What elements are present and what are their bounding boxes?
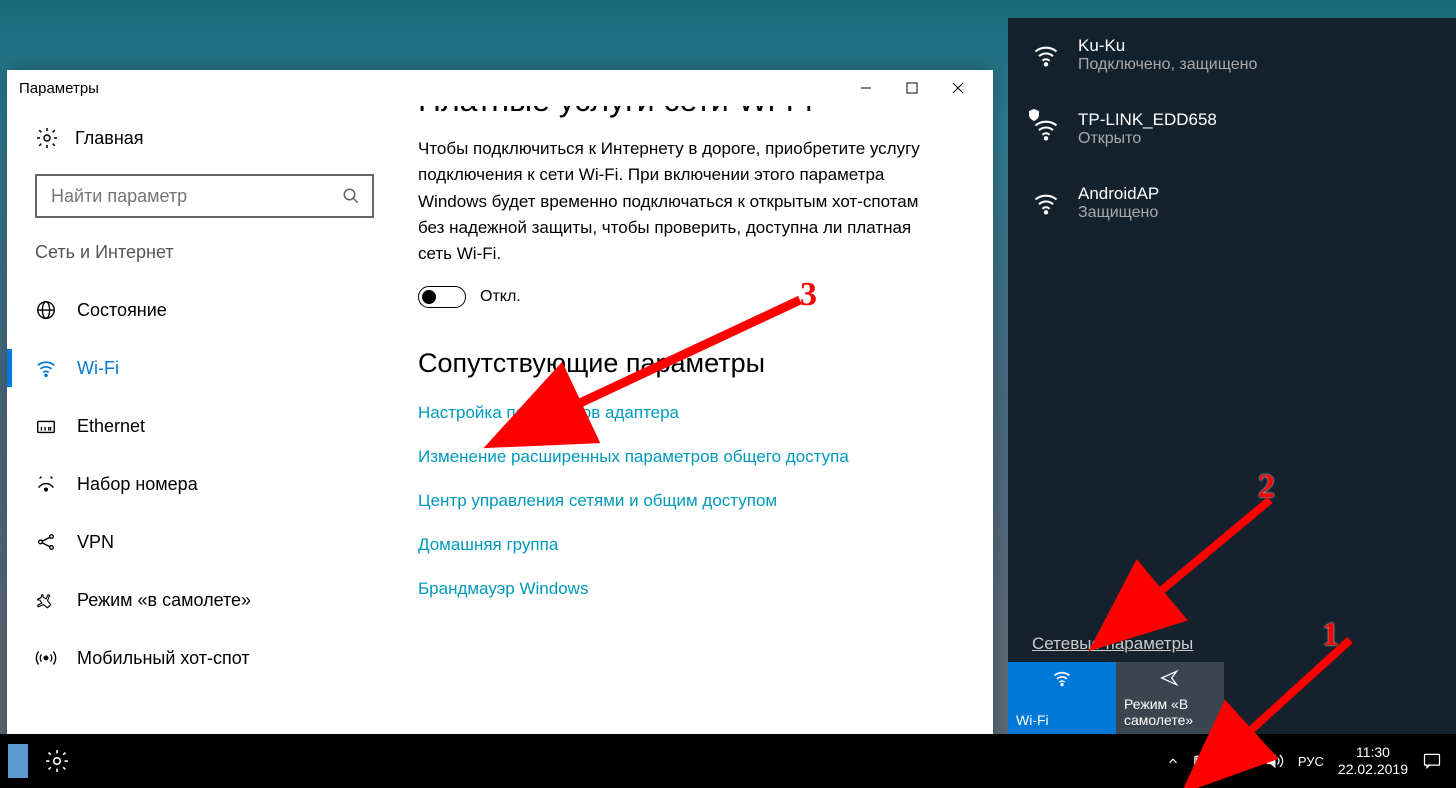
battery-icon[interactable] — [1194, 754, 1216, 768]
section-description: Чтобы подключиться к Интернету в дороге,… — [418, 136, 933, 268]
network-name: AndroidAP — [1078, 184, 1159, 204]
sidebar-section-label: Сеть и Интернет — [7, 242, 402, 281]
sidebar-item-hotspot[interactable]: Мобильный хот-спот — [7, 629, 402, 687]
search-input[interactable] — [49, 185, 342, 208]
vpn-icon — [35, 531, 57, 553]
network-item[interactable]: TP-LINK_EDD658Открыто — [1008, 92, 1456, 166]
sidebar-item-label: Состояние — [77, 300, 167, 321]
network-status: Защищено — [1078, 204, 1159, 222]
sidebar-item-label: Мобильный хот-спот — [77, 648, 250, 669]
network-name: TP-LINK_EDD658 — [1078, 110, 1217, 130]
airplane-icon — [35, 589, 57, 611]
sidebar-item-wifi[interactable]: Wi-Fi — [7, 339, 402, 397]
dialup-icon — [35, 473, 57, 495]
link-homegroup[interactable]: Домашняя группа — [418, 535, 933, 555]
annotation-arrow — [1220, 630, 1390, 760]
sidebar-home[interactable]: Главная — [7, 126, 402, 174]
sidebar-item-vpn[interactable]: VPN — [7, 513, 402, 571]
tile-label: Wi-Fi — [1016, 712, 1108, 728]
hotspot-icon — [35, 647, 57, 669]
sidebar: Главная Сеть и Интернет Состояние Wi-Fi … — [7, 106, 402, 750]
wifi-icon — [1016, 668, 1108, 688]
chevron-up-icon[interactable] — [1166, 754, 1180, 768]
network-item[interactable]: AndroidAPЗащищено — [1008, 166, 1456, 240]
network-name: Ku-Ku — [1078, 36, 1257, 56]
sidebar-item-airplane[interactable]: Режим «в самолете» — [7, 571, 402, 629]
globe-icon — [35, 299, 57, 321]
sidebar-home-label: Главная — [75, 128, 144, 149]
gear-icon[interactable] — [44, 748, 70, 774]
link-sharing-settings[interactable]: Изменение расширенных параметров общего … — [418, 447, 933, 467]
sidebar-item-label: VPN — [77, 532, 114, 553]
toggle-switch[interactable] — [418, 286, 466, 308]
action-center-icon[interactable] — [1422, 751, 1442, 771]
sidebar-item-label: Ethernet — [77, 416, 145, 437]
tray-date: 22.02.2019 — [1338, 761, 1408, 778]
wifi-icon — [35, 357, 57, 379]
sidebar-item-dialup[interactable]: Набор номера — [7, 455, 402, 513]
sidebar-item-label: Wi-Fi — [77, 358, 119, 379]
link-network-center[interactable]: Центр управления сетями и общим доступом — [418, 491, 933, 511]
minimize-button[interactable] — [843, 72, 889, 104]
network-flyout: Ku-KuПодключено, защищено TP-LINK_EDD658… — [1008, 18, 1456, 734]
airplane-icon — [1124, 668, 1216, 688]
wifi-icon — [1032, 184, 1060, 222]
window-title: Параметры — [19, 80, 99, 97]
section-title-cut: Платные услуги сети Wi-Fi — [418, 106, 933, 126]
tile-airplane[interactable]: Режим «В самолете» — [1116, 662, 1224, 734]
sidebar-item-label: Набор номера — [77, 474, 198, 495]
window-titlebar: Параметры — [7, 70, 993, 106]
link-firewall[interactable]: Брандмауэр Windows — [418, 579, 933, 599]
network-settings-link[interactable]: Сетевые параметры — [1032, 634, 1193, 654]
network-item[interactable]: Ku-KuПодключено, защищено — [1008, 18, 1456, 92]
sidebar-item-label: Режим «в самолете» — [77, 590, 251, 611]
ethernet-icon — [35, 415, 57, 437]
network-status: Открыто — [1078, 130, 1217, 148]
annotation-arrow — [540, 290, 820, 430]
search-icon — [342, 187, 360, 205]
sidebar-item-ethernet[interactable]: Ethernet — [7, 397, 402, 455]
taskbar-app[interactable] — [8, 744, 28, 778]
toggle-label: Откл. — [480, 288, 521, 306]
flyout-tiles: Wi-Fi Режим «В самолете» — [1008, 662, 1224, 734]
maximize-button[interactable] — [889, 72, 935, 104]
gear-icon — [35, 126, 59, 150]
wifi-icon — [1032, 36, 1060, 74]
sidebar-item-status[interactable]: Состояние — [7, 281, 402, 339]
wifi-open-icon — [1032, 110, 1060, 148]
settings-window: Параметры Главная Сеть и Интернет Состоя… — [7, 70, 993, 750]
close-button[interactable] — [935, 72, 981, 104]
tile-wifi[interactable]: Wi-Fi — [1008, 662, 1116, 734]
network-status: Подключено, защищено — [1078, 56, 1257, 74]
search-box[interactable] — [35, 174, 374, 218]
annotation-arrow — [1130, 490, 1290, 620]
tile-label: Режим «В самолете» — [1124, 696, 1216, 728]
